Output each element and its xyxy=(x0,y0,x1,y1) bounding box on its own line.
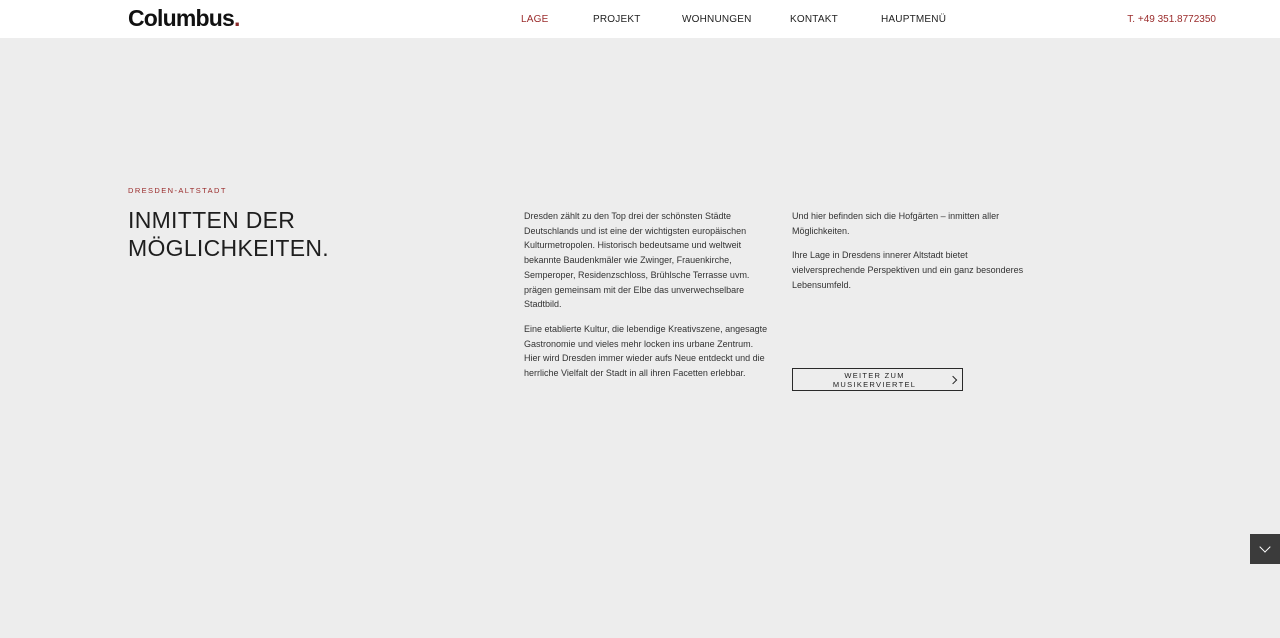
section-eyebrow: DRESDEN-ALTSTADT xyxy=(128,186,227,195)
paragraph: Eine etablierte Kultur, die lebendige Kr… xyxy=(524,323,768,379)
paragraph: Dresden zählt zu den Top drei der schöns… xyxy=(524,211,750,310)
nav-item-kontakt[interactable]: KONTAKT xyxy=(790,14,838,25)
logo-text: Columbus xyxy=(128,5,235,31)
paragraph: Und hier befinden sich die Hofgärten – i… xyxy=(792,211,1000,236)
logo[interactable]: Columbus. xyxy=(128,5,240,32)
nav-item-projekt[interactable]: PROJEKT xyxy=(593,14,641,25)
cta-label: WEITER ZUM MUSIKERVIERTEL xyxy=(832,370,917,389)
chevron-right-icon xyxy=(948,375,958,384)
nav-item-wohnungen[interactable]: WOHNUNGEN xyxy=(682,14,752,25)
text-column-1: Dresden zählt zu den Top drei der schöns… xyxy=(524,209,768,391)
scroll-down-button[interactable] xyxy=(1250,534,1280,564)
headline-line-1: INMITTEN DER xyxy=(128,207,296,233)
musikerviertel-button[interactable]: WEITER ZUM MUSIKERVIERTEL xyxy=(792,368,963,391)
text-column-2: Und hier befinden sich die Hofgärten – i… xyxy=(792,209,1032,303)
section-headline: INMITTEN DER MÖGLICHKEITEN. xyxy=(128,206,329,262)
logo-dot: . xyxy=(234,5,240,31)
nav-item-hauptmenue[interactable]: HAUPTMENÜ xyxy=(881,14,946,25)
site-header: Columbus. LAGE PROJEKT WOHNUNGEN KONTAKT… xyxy=(0,0,1280,38)
nav-item-lage[interactable]: LAGE xyxy=(521,14,548,25)
chevron-down-icon xyxy=(1259,541,1271,553)
phone-link[interactable]: T. +49 351.8772350 xyxy=(1127,14,1216,25)
headline-line-2: MÖGLICHKEITEN. xyxy=(128,235,330,261)
paragraph: Ihre Lage in Dresdens innerer Altstadt b… xyxy=(792,250,1024,290)
